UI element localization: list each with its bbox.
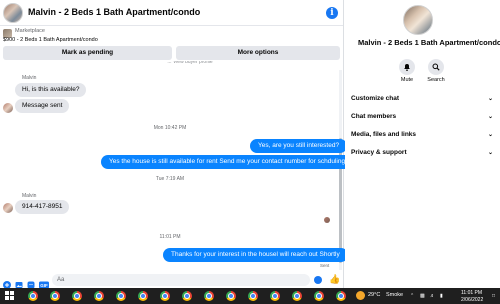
- section-label: Chat members: [351, 113, 397, 120]
- sender-name: Malvin: [22, 75, 37, 81]
- weather-icon[interactable]: [356, 291, 365, 300]
- outgoing-message[interactable]: Yes the house is still available for ren…: [101, 155, 354, 169]
- section-chat-members[interactable]: Chat members ⌄: [351, 111, 495, 123]
- marketplace-label: Marketplace: [15, 28, 45, 34]
- chevron-down-icon: ⌄: [487, 132, 493, 138]
- conversation-title[interactable]: Malvin - 2 Beds 1 Bath Apartment/condo: [28, 7, 200, 17]
- like-icon[interactable]: 👍: [329, 275, 340, 284]
- search-icon: [432, 63, 440, 71]
- chevron-up-icon[interactable]: ⌃: [410, 293, 414, 299]
- chrome-icon[interactable]: [336, 291, 346, 301]
- info-icon[interactable]: i: [326, 7, 338, 19]
- chrome-icon[interactable]: [270, 291, 280, 301]
- timestamp: Tue 7:19 AM: [155, 176, 185, 182]
- section-label: Media, files and links: [351, 131, 417, 138]
- clipped-system-text: ... View buyer profile: [167, 61, 213, 65]
- app-window: Malvin - 2 Beds 1 Bath Apartment/condo i…: [0, 0, 500, 304]
- weather-desc[interactable]: Smoke: [386, 292, 403, 298]
- notification-icon[interactable]: □: [492, 293, 495, 299]
- sender-name: Malvin: [22, 193, 37, 199]
- gif-icon[interactable]: GIF: [39, 276, 49, 289]
- network-icon[interactable]: ▩: [420, 293, 425, 299]
- section-customize-chat[interactable]: Customize chat ⌄: [351, 93, 495, 105]
- battery-icon[interactable]: ▮: [440, 293, 443, 299]
- outgoing-message[interactable]: Thanks for your interest in the housel w…: [163, 248, 348, 262]
- section-label: Customize chat: [351, 95, 400, 102]
- chrome-icon[interactable]: [204, 291, 214, 301]
- details-name: Malvin - 2 Beds 1 Bath Apartment/condo: [358, 38, 500, 47]
- section-label: Privacy & support: [351, 149, 407, 156]
- chrome-icon[interactable]: [50, 291, 60, 301]
- chrome-icon[interactable]: [28, 291, 38, 301]
- chevron-down-icon: ⌄: [487, 150, 493, 156]
- chrome-icon[interactable]: [182, 291, 192, 301]
- contact-avatar[interactable]: [3, 3, 23, 23]
- seen-indicator-avatar: [324, 217, 330, 223]
- chrome-icon[interactable]: [94, 291, 104, 301]
- chrome-icon[interactable]: [72, 291, 82, 301]
- clock-date[interactable]: 2/06/2022: [461, 297, 483, 303]
- weather-temp[interactable]: 29°C: [368, 292, 380, 298]
- incoming-message[interactable]: 914-417-8951: [15, 200, 70, 214]
- mark-as-pending-button[interactable]: Mark as pending: [3, 46, 172, 60]
- gallery-icon[interactable]: [15, 276, 23, 288]
- incoming-message[interactable]: Hi, is this available?: [15, 83, 87, 97]
- search-button[interactable]: [428, 59, 444, 75]
- chrome-icon[interactable]: [160, 291, 170, 301]
- section-media-files-links[interactable]: Media, files and links ⌄: [351, 129, 495, 141]
- chrome-icon[interactable]: [226, 291, 236, 301]
- more-options-button[interactable]: More options: [176, 46, 340, 60]
- sender-avatar[interactable]: [3, 103, 13, 113]
- mute-button[interactable]: [399, 59, 415, 75]
- chrome-icon[interactable]: [116, 291, 126, 301]
- clock-time[interactable]: 11:01 PM: [461, 290, 482, 296]
- chrome-icon[interactable]: [314, 291, 324, 301]
- mute-label: Mute: [400, 77, 414, 83]
- chrome-icon[interactable]: [292, 291, 302, 301]
- chrome-icon[interactable]: [248, 291, 258, 301]
- chevron-down-icon: ⌄: [487, 96, 493, 102]
- outgoing-message[interactable]: Yes, are you still interested?: [250, 139, 348, 153]
- chevron-down-icon: ⌄: [487, 114, 493, 120]
- timestamp: 11:01 PM: [159, 234, 181, 240]
- incoming-message[interactable]: Message sent: [15, 99, 70, 113]
- listing-title[interactable]: $900 - 2 Beds 1 Bath Apartment/condo: [3, 37, 98, 43]
- plus-icon[interactable]: [3, 276, 11, 289]
- sender-avatar[interactable]: [3, 203, 13, 213]
- section-privacy-support[interactable]: Privacy & support ⌄: [351, 147, 495, 159]
- details-avatar[interactable]: [403, 5, 433, 35]
- search-label: Search: [427, 77, 445, 83]
- timestamp: Mon 10:42 PM: [153, 125, 187, 131]
- sent-status: Sent: [320, 263, 330, 268]
- windows-start-icon[interactable]: [5, 291, 14, 300]
- chrome-icon[interactable]: [138, 291, 148, 301]
- bell-icon: [404, 64, 410, 71]
- emoji-icon[interactable]: [314, 276, 322, 284]
- message-input[interactable]: Aa: [52, 274, 310, 286]
- sticker-icon[interactable]: [27, 276, 35, 289]
- volume-icon[interactable]: ♬: [430, 293, 435, 299]
